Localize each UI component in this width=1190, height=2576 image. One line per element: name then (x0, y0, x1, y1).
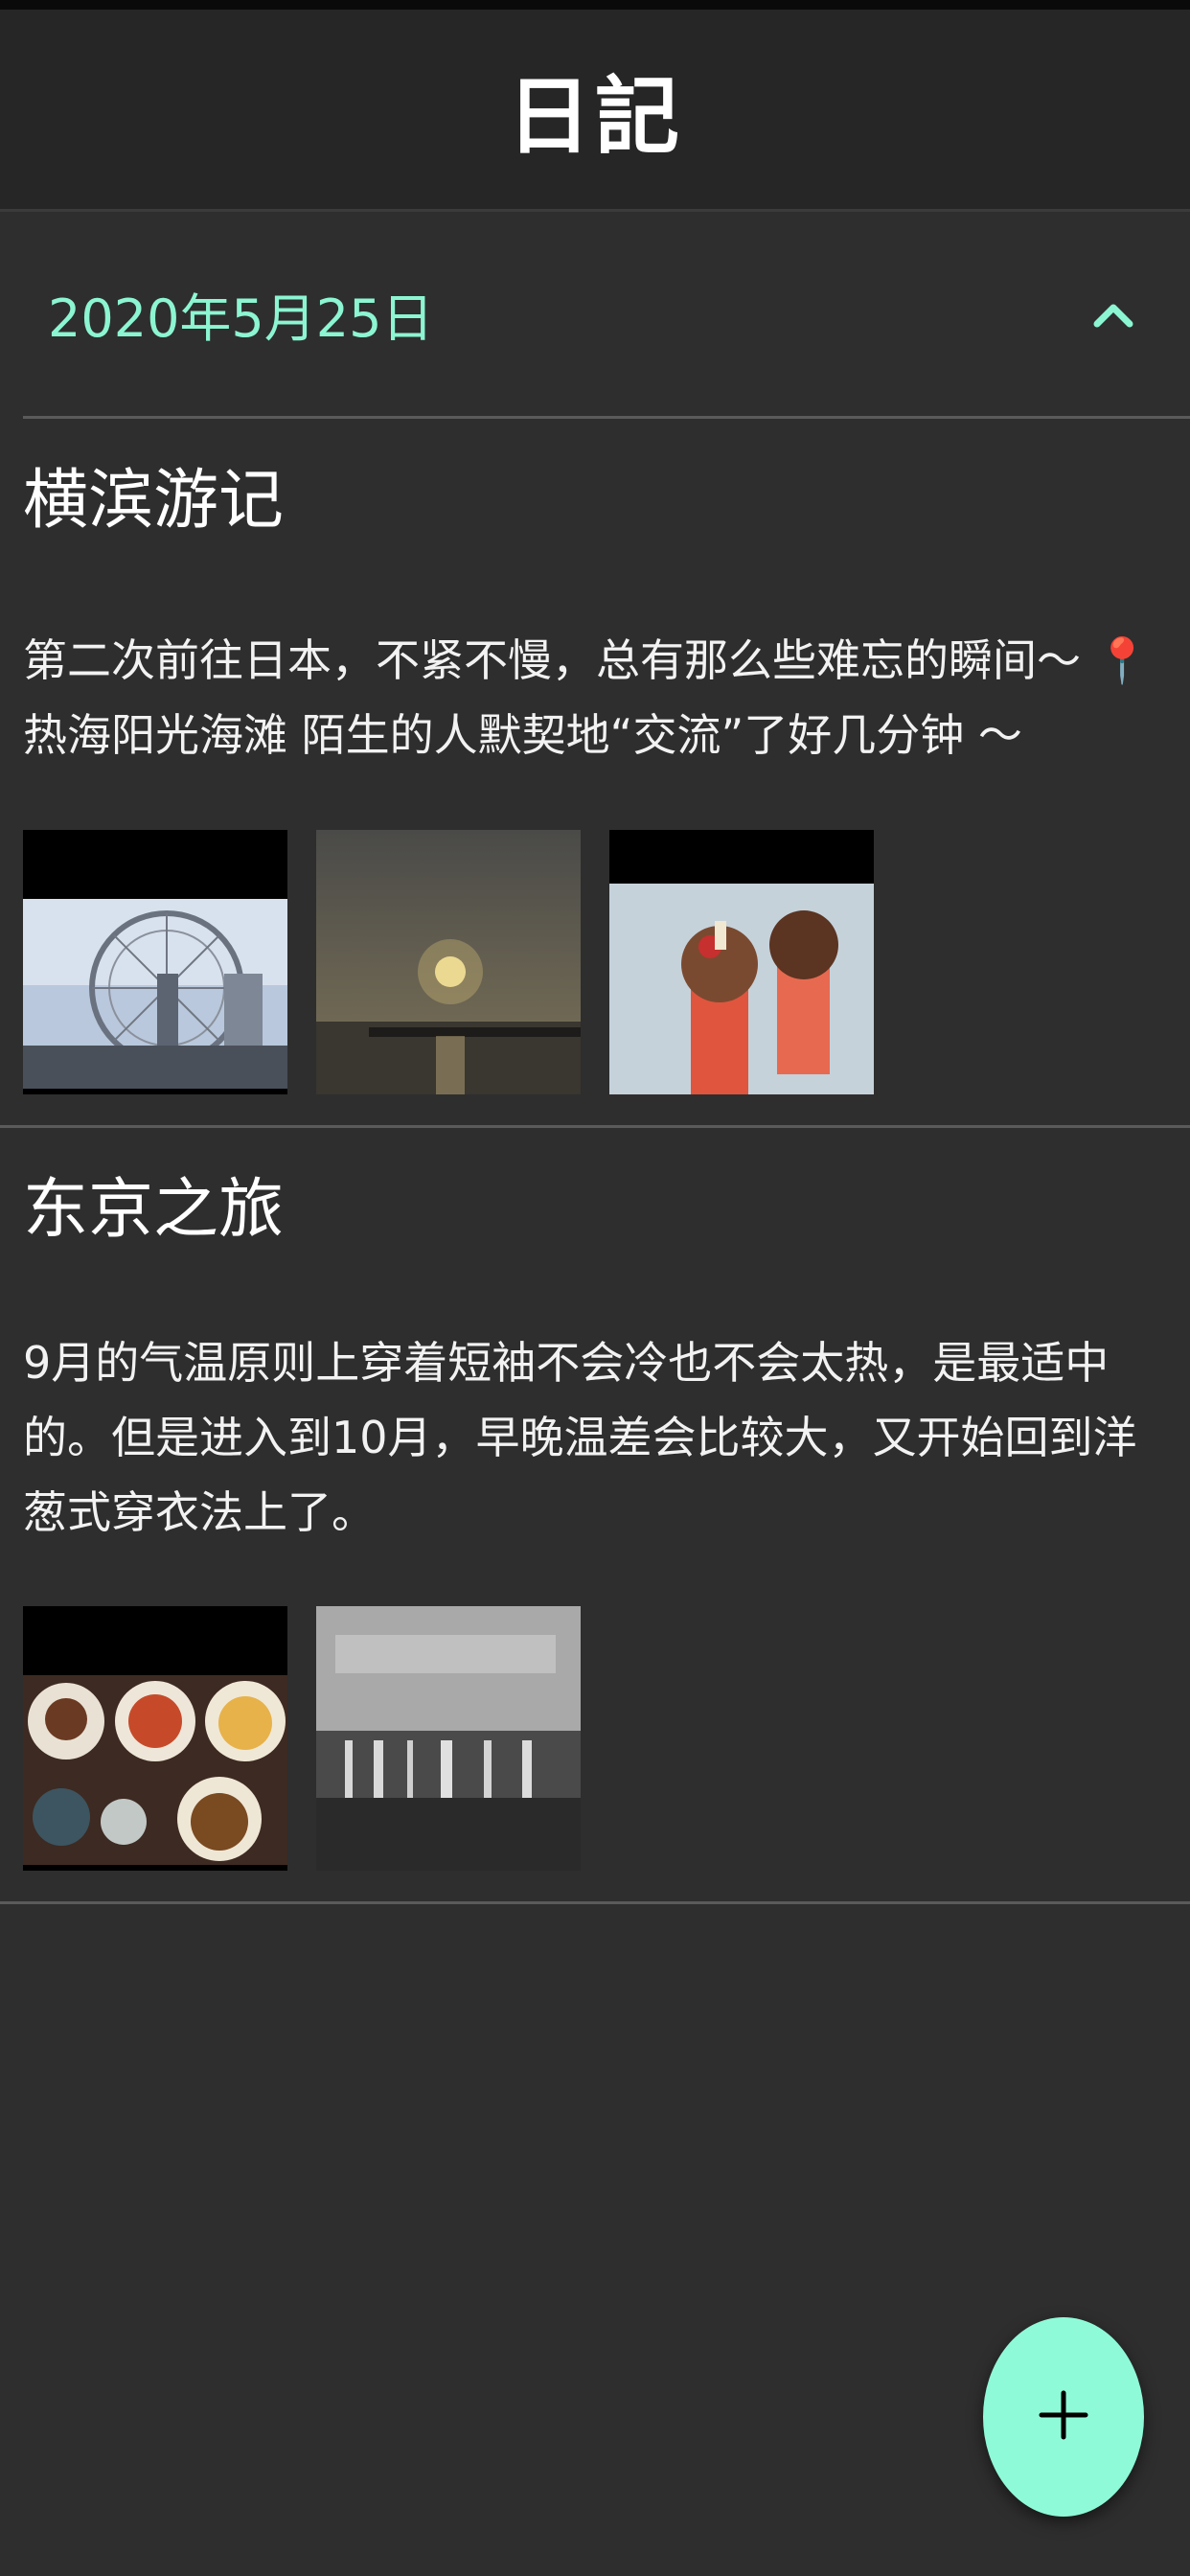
date-section-header[interactable]: 2020年5月25日 (0, 212, 1190, 416)
waterfall-photo[interactable] (316, 1606, 581, 1871)
section-date: 2020年5月25日 (48, 288, 434, 349)
ice-cream-photo[interactable] (609, 830, 874, 1094)
page-title: 日記 (506, 66, 683, 166)
entry-photos (23, 1606, 581, 1871)
divider (0, 1901, 1190, 1904)
chevron-up-icon[interactable] (1085, 286, 1142, 343)
add-entry-button[interactable] (983, 2317, 1144, 2517)
entry-body: 第二次前往日本，不紧不慢，总有那么些难忘的瞬间～ 📍热海阳光海滩 陌生的人默契地… (23, 634, 1150, 761)
app-header: 日記 (0, 10, 1190, 212)
diary-entry[interactable]: 东京之旅 (23, 1167, 1167, 1254)
diary-entry-body: 9月的气温原则上穿着短袖不会冷也不会太热，是最适中的。但是进入到10月，早晚温差… (23, 1325, 1167, 1550)
entry-photos (23, 830, 874, 1094)
diary-entry[interactable]: 横滨游记 (23, 458, 1167, 544)
ferris-wheel-photo[interactable] (23, 830, 287, 1094)
status-bar (0, 0, 1190, 10)
plus-icon (1039, 2390, 1088, 2444)
food-collage-photo[interactable] (23, 1606, 287, 1871)
entry-title: 横滨游记 (23, 463, 285, 539)
diary-entry-body: 第二次前往日本，不紧不慢，总有那么些难忘的瞬间～ 📍热海阳光海滩 陌生的人默契地… (23, 623, 1167, 772)
divider (0, 1125, 1190, 1128)
divider (23, 416, 1190, 419)
entry-body: 9月的气温原则上穿着短袖不会冷也不会太热，是最适中的。但是进入到10月，早晚温差… (23, 1337, 1137, 1538)
entry-title: 东京之旅 (23, 1172, 285, 1248)
sunset-sea-photo[interactable] (316, 830, 581, 1094)
